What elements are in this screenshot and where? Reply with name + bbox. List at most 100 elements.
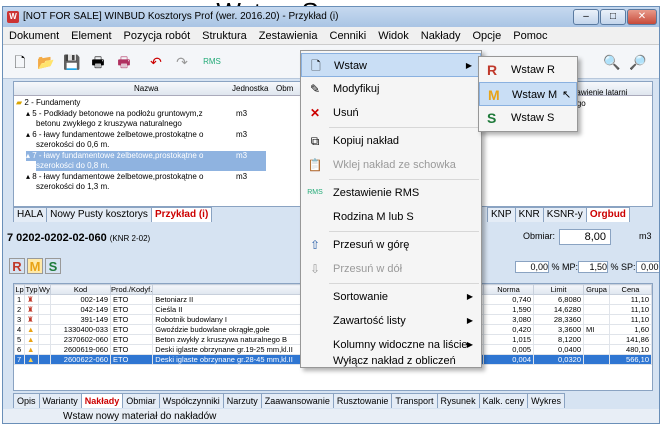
menu-item-przesun-gore[interactable]: ⇧ Przesuń w górę	[301, 233, 481, 257]
tab-knr[interactable]: KNR	[514, 207, 544, 222]
menu-cenniki[interactable]: Cenniki	[324, 27, 373, 44]
menu-item-zawartosc[interactable]: Zawartość listy ▶	[301, 309, 481, 333]
menu-item-wklej[interactable]: 📋 Wklej nakład ze schowka	[301, 153, 481, 177]
edit-icon: ✎	[309, 82, 321, 96]
save-icon[interactable]: 💾	[63, 53, 81, 71]
labor-icon: ♜	[24, 314, 39, 325]
menu-zestawienia[interactable]: Zestawienia	[253, 27, 324, 44]
status-bar: Wstaw nowy materiał do nakładów	[3, 409, 659, 423]
tree-folder-item[interactable]: ▰ 2 - Fundamenty	[16, 98, 286, 108]
col-grupa[interactable]: Grupa	[583, 284, 610, 295]
col-norma[interactable]: Norma	[483, 284, 534, 295]
tab-nowy-pusty[interactable]: Nowy Pusty kosztorys	[46, 207, 152, 222]
catalog-tabs: KNP KNR KSNR-y Orgbud	[487, 207, 630, 222]
menu-separator	[329, 283, 479, 284]
menu-item-zestawienie-rms[interactable]: RMS Zestawienie RMS	[301, 181, 481, 205]
status-text: Wstaw nowy materiał do nakładów	[63, 411, 217, 422]
context-menu: 🗋 Wstaw ▶ ✎ Modyfikuj ✕ Usuń ⧉ Kopiuj nakład …	[300, 50, 482, 368]
menu-item-wylacz[interactable]: Wyłącz nakład z obliczeń	[301, 355, 481, 369]
tab-hala[interactable]: HALA	[13, 207, 48, 222]
percent-input-mp[interactable]: 1,50	[578, 261, 609, 273]
tab-rysunek[interactable]: Rysunek	[436, 393, 480, 408]
tree-item[interactable]: ▴ 8 - ławy fundamentowe żelbetowe,prosto…	[26, 172, 286, 182]
submenu-arrow-icon: ▶	[466, 316, 473, 325]
measure-input[interactable]: 8,00	[559, 229, 611, 245]
tab-narzuty[interactable]: Narzuty	[222, 393, 262, 408]
print-preview-icon[interactable]: 🖶	[115, 53, 133, 71]
tab-warianty[interactable]: Warianty	[38, 393, 82, 408]
col-prod[interactable]: Prod./Kodyf.	[109, 284, 154, 295]
close-button[interactable]: ✕	[627, 9, 657, 25]
minimize-button[interactable]: –	[573, 9, 599, 25]
menu-separator	[329, 231, 479, 232]
tree-item-line2: szerokości do 0,8 m.	[36, 161, 266, 171]
tab-wspolczynniki[interactable]: Współczynniki	[158, 393, 224, 408]
labor-icon: ♜	[24, 294, 39, 305]
menu-item-kolumny[interactable]: Kolumny widoczne na liście ▶	[301, 333, 481, 357]
tab-przyklad[interactable]: Przykład (i)	[150, 207, 213, 222]
tab-zaawansowanie[interactable]: Zaawansowanie	[260, 393, 334, 408]
tab-knp[interactable]: KNP	[487, 207, 516, 222]
tree-item-line2: szerokości do 1,3 m.	[36, 182, 110, 191]
redo-icon[interactable]: ↷	[173, 53, 191, 71]
tab-obmiar[interactable]: Obmiar	[122, 393, 160, 408]
menu-pozycja[interactable]: Pozycja robót	[118, 27, 197, 44]
menu-item-przesun-dol[interactable]: ⇩ Przesuń w dół	[301, 257, 481, 281]
menu-item-modyfikuj[interactable]: ✎ Modyfikuj	[301, 77, 481, 101]
tree-item[interactable]: ▴ 6 - ławy fundamentowe żelbetowe,prosto…	[26, 130, 286, 140]
col-limit[interactable]: Limit	[533, 284, 584, 295]
tree-item[interactable]: ▴ 5 - Podkłady betonowe na podłożu grunt…	[26, 109, 286, 119]
menu-element[interactable]: Element	[65, 27, 117, 44]
material-icon: ▲	[24, 344, 39, 355]
menu-pomoc[interactable]: Pomoc	[507, 27, 553, 44]
col-nazwa[interactable]: Nazwa	[134, 82, 158, 96]
print-icon[interactable]: 🖶	[89, 53, 107, 71]
filter-r-button[interactable]: R	[9, 258, 25, 274]
col-obmiar[interactable]: Obm	[276, 82, 293, 96]
rms-toolbar-icon[interactable]: RMS	[203, 53, 221, 71]
tab-rusztowanie[interactable]: Rusztowanie	[332, 393, 393, 408]
tab-wykres[interactable]: Wykres	[527, 393, 566, 408]
menu-struktura[interactable]: Struktura	[196, 27, 253, 44]
rms-icon: RMS	[307, 189, 323, 196]
filter-s-button[interactable]: S	[45, 258, 61, 274]
maximize-button[interactable]: □	[600, 9, 626, 25]
menu-item-wstaw-r[interactable]: R Wstaw R	[479, 58, 577, 82]
mouse-cursor-icon: ↖	[562, 89, 572, 101]
menu-item-sortowanie[interactable]: Sortowanie ▶	[301, 285, 481, 309]
col-jednostka[interactable]: Jednostka	[232, 82, 268, 96]
menu-naklady[interactable]: Nakłady	[415, 27, 467, 44]
tab-opis[interactable]: Opis	[13, 393, 40, 408]
col-wy[interactable]: Wy	[38, 284, 51, 295]
col-cena[interactable]: Cena	[609, 284, 652, 295]
find-icon[interactable]: 🔍	[603, 53, 621, 71]
tab-ksnr[interactable]: KSNR-y	[542, 207, 587, 222]
menu-item-kopiuj[interactable]: ⧉ Kopiuj nakład	[301, 129, 481, 153]
col-typ[interactable]: Typ	[24, 284, 39, 295]
percent-input-1[interactable]: 0,00	[515, 261, 549, 273]
tab-transport[interactable]: Transport	[391, 393, 438, 408]
tab-kalk-ceny[interactable]: Kalk. ceny	[478, 393, 529, 408]
submenu-wstaw: R Wstaw R M Wstaw M ↖ S Wstaw S	[478, 56, 578, 132]
tree-item-selected[interactable]: ▴ 7 - ławy fundamentowe żelbetowe,prosto…	[26, 151, 266, 161]
filter-m-button[interactable]: M	[27, 258, 43, 274]
menu-item-wstaw[interactable]: 🗋 Wstaw ▶	[301, 53, 481, 77]
tab-naklady[interactable]: Nakłady	[80, 393, 124, 408]
menu-widok[interactable]: Widok	[372, 27, 415, 44]
tab-orgbud[interactable]: Orgbud	[585, 207, 630, 222]
find-next-icon[interactable]: 🔎	[629, 53, 647, 71]
undo-icon[interactable]: ↶	[147, 53, 165, 71]
copy-icon: ⧉	[310, 134, 320, 148]
menu-opcje[interactable]: Opcje	[467, 27, 508, 44]
document-icon: 🗋	[311, 59, 321, 73]
percent-input-sp[interactable]: 0,00	[635, 261, 659, 273]
menu-item-rodzina[interactable]: Rodzina M lub S	[301, 205, 481, 229]
menu-item-usun[interactable]: ✕ Usuń	[301, 101, 481, 125]
new-document-icon[interactable]: 🗋	[11, 53, 29, 71]
menu-item-wstaw-s[interactable]: S Wstaw S	[479, 106, 577, 130]
col-lp[interactable]: Lp	[14, 284, 25, 295]
menu-dokument[interactable]: Dokument	[3, 27, 65, 44]
col-kod[interactable]: Kod	[50, 284, 111, 295]
menu-item-wstaw-m[interactable]: M Wstaw M ↖	[479, 82, 577, 106]
open-folder-icon[interactable]: 📂	[37, 53, 55, 71]
